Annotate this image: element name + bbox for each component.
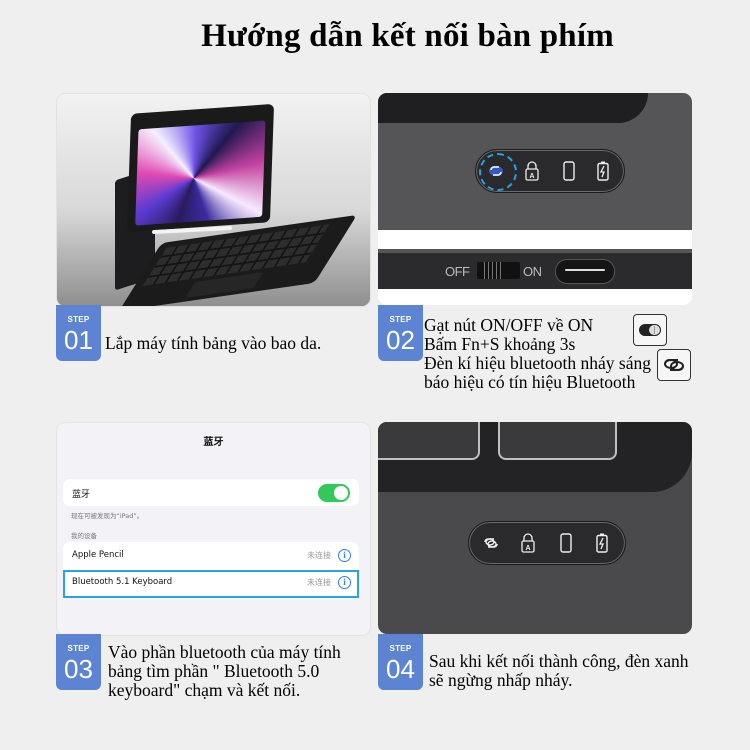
power-switch-off-label: OFF (445, 264, 470, 279)
keyboard-keys-row (378, 422, 692, 492)
battery-charging-icon (597, 161, 609, 181)
link-legend (657, 349, 691, 381)
device-row-bluetooth-keyboard[interactable]: Bluetooth 5.1 Keyboard 未连接 i (63, 570, 359, 598)
step-badge-2: STEP 02 (378, 305, 423, 361)
tablet-screen (135, 120, 266, 226)
bluetooth-toggle-row[interactable]: 蓝牙 (63, 479, 359, 506)
power-switch-on-label: ON (523, 264, 542, 279)
step-4-description: Sau khi kết nối thành công, đèn xanh sẽ … (429, 651, 689, 690)
link-icon (484, 538, 498, 548)
caps-lock-icon: A (525, 161, 539, 181)
step-1-description: Lắp máy tính bảng vào bao da. (105, 333, 322, 353)
step-4-image-keyboard-indicators-connected: A (378, 422, 692, 634)
phone-icon (563, 161, 575, 181)
discoverable-note: 现在可被发现为“iPad”。 (71, 512, 144, 520)
step-2-description: Gạt nút ON/OFF về ON Bấm Fn+S khoảng 3s … (424, 315, 651, 392)
step-1-image-tablet-keyboard-case (56, 93, 371, 307)
step-3-description: Vào phần bluetooth của máy tính bảng tìm… (108, 642, 341, 700)
page-title: Hướng dẫn kết nối bàn phím (201, 18, 614, 54)
step-badge-3: STEP 03 (56, 634, 101, 690)
phone-icon (560, 533, 572, 553)
key (378, 422, 480, 460)
device-name: Bluetooth 5.1 Keyboard (72, 577, 173, 587)
my-devices-header: 我的设备 (71, 532, 97, 540)
key (498, 422, 617, 460)
bluetooth-pair-icon (489, 166, 503, 176)
keyboard-side-edge: OFF ON (378, 249, 692, 289)
device-row-apple-pencil[interactable]: Apple Pencil 未连接 i (63, 542, 359, 570)
bluetooth-label: 蓝牙 (72, 490, 91, 500)
caps-lock-icon: A (521, 533, 535, 553)
link-icon (664, 359, 684, 371)
svg-text:A: A (525, 545, 530, 552)
info-icon[interactable]: i (338, 576, 351, 589)
usb-c-port (555, 259, 615, 284)
info-icon[interactable]: i (338, 549, 351, 562)
indicator-light-bar: A (475, 149, 625, 193)
battery-charging-icon (596, 533, 608, 553)
bluetooth-toggle[interactable] (318, 484, 350, 502)
toggle-switch-icon (639, 324, 661, 336)
device-name: Apple Pencil (72, 550, 124, 560)
device-status: 未连接 (307, 551, 331, 560)
svg-text:A: A (529, 173, 534, 180)
indicator-light-bar: A (468, 521, 626, 565)
toggle-switch-legend (633, 314, 667, 346)
step-2-image-keyboard-indicators: A OFF ON (378, 93, 692, 305)
tablet (126, 103, 275, 233)
step-3-image-bluetooth-settings: 蓝牙 蓝牙 现在可被发现为“iPad”。 我的设备 Apple Pencil 未… (56, 422, 371, 636)
keyboard-surface: A (378, 93, 692, 230)
step-badge-4: STEP 04 (378, 634, 423, 690)
device-list: Apple Pencil 未连接 i Bluetooth 5.1 Keyboar… (63, 542, 359, 598)
device-status: 未连接 (307, 578, 331, 587)
step-badge-1: STEP 01 (56, 305, 101, 361)
power-switch (477, 262, 520, 279)
settings-title: 蓝牙 (203, 437, 224, 448)
